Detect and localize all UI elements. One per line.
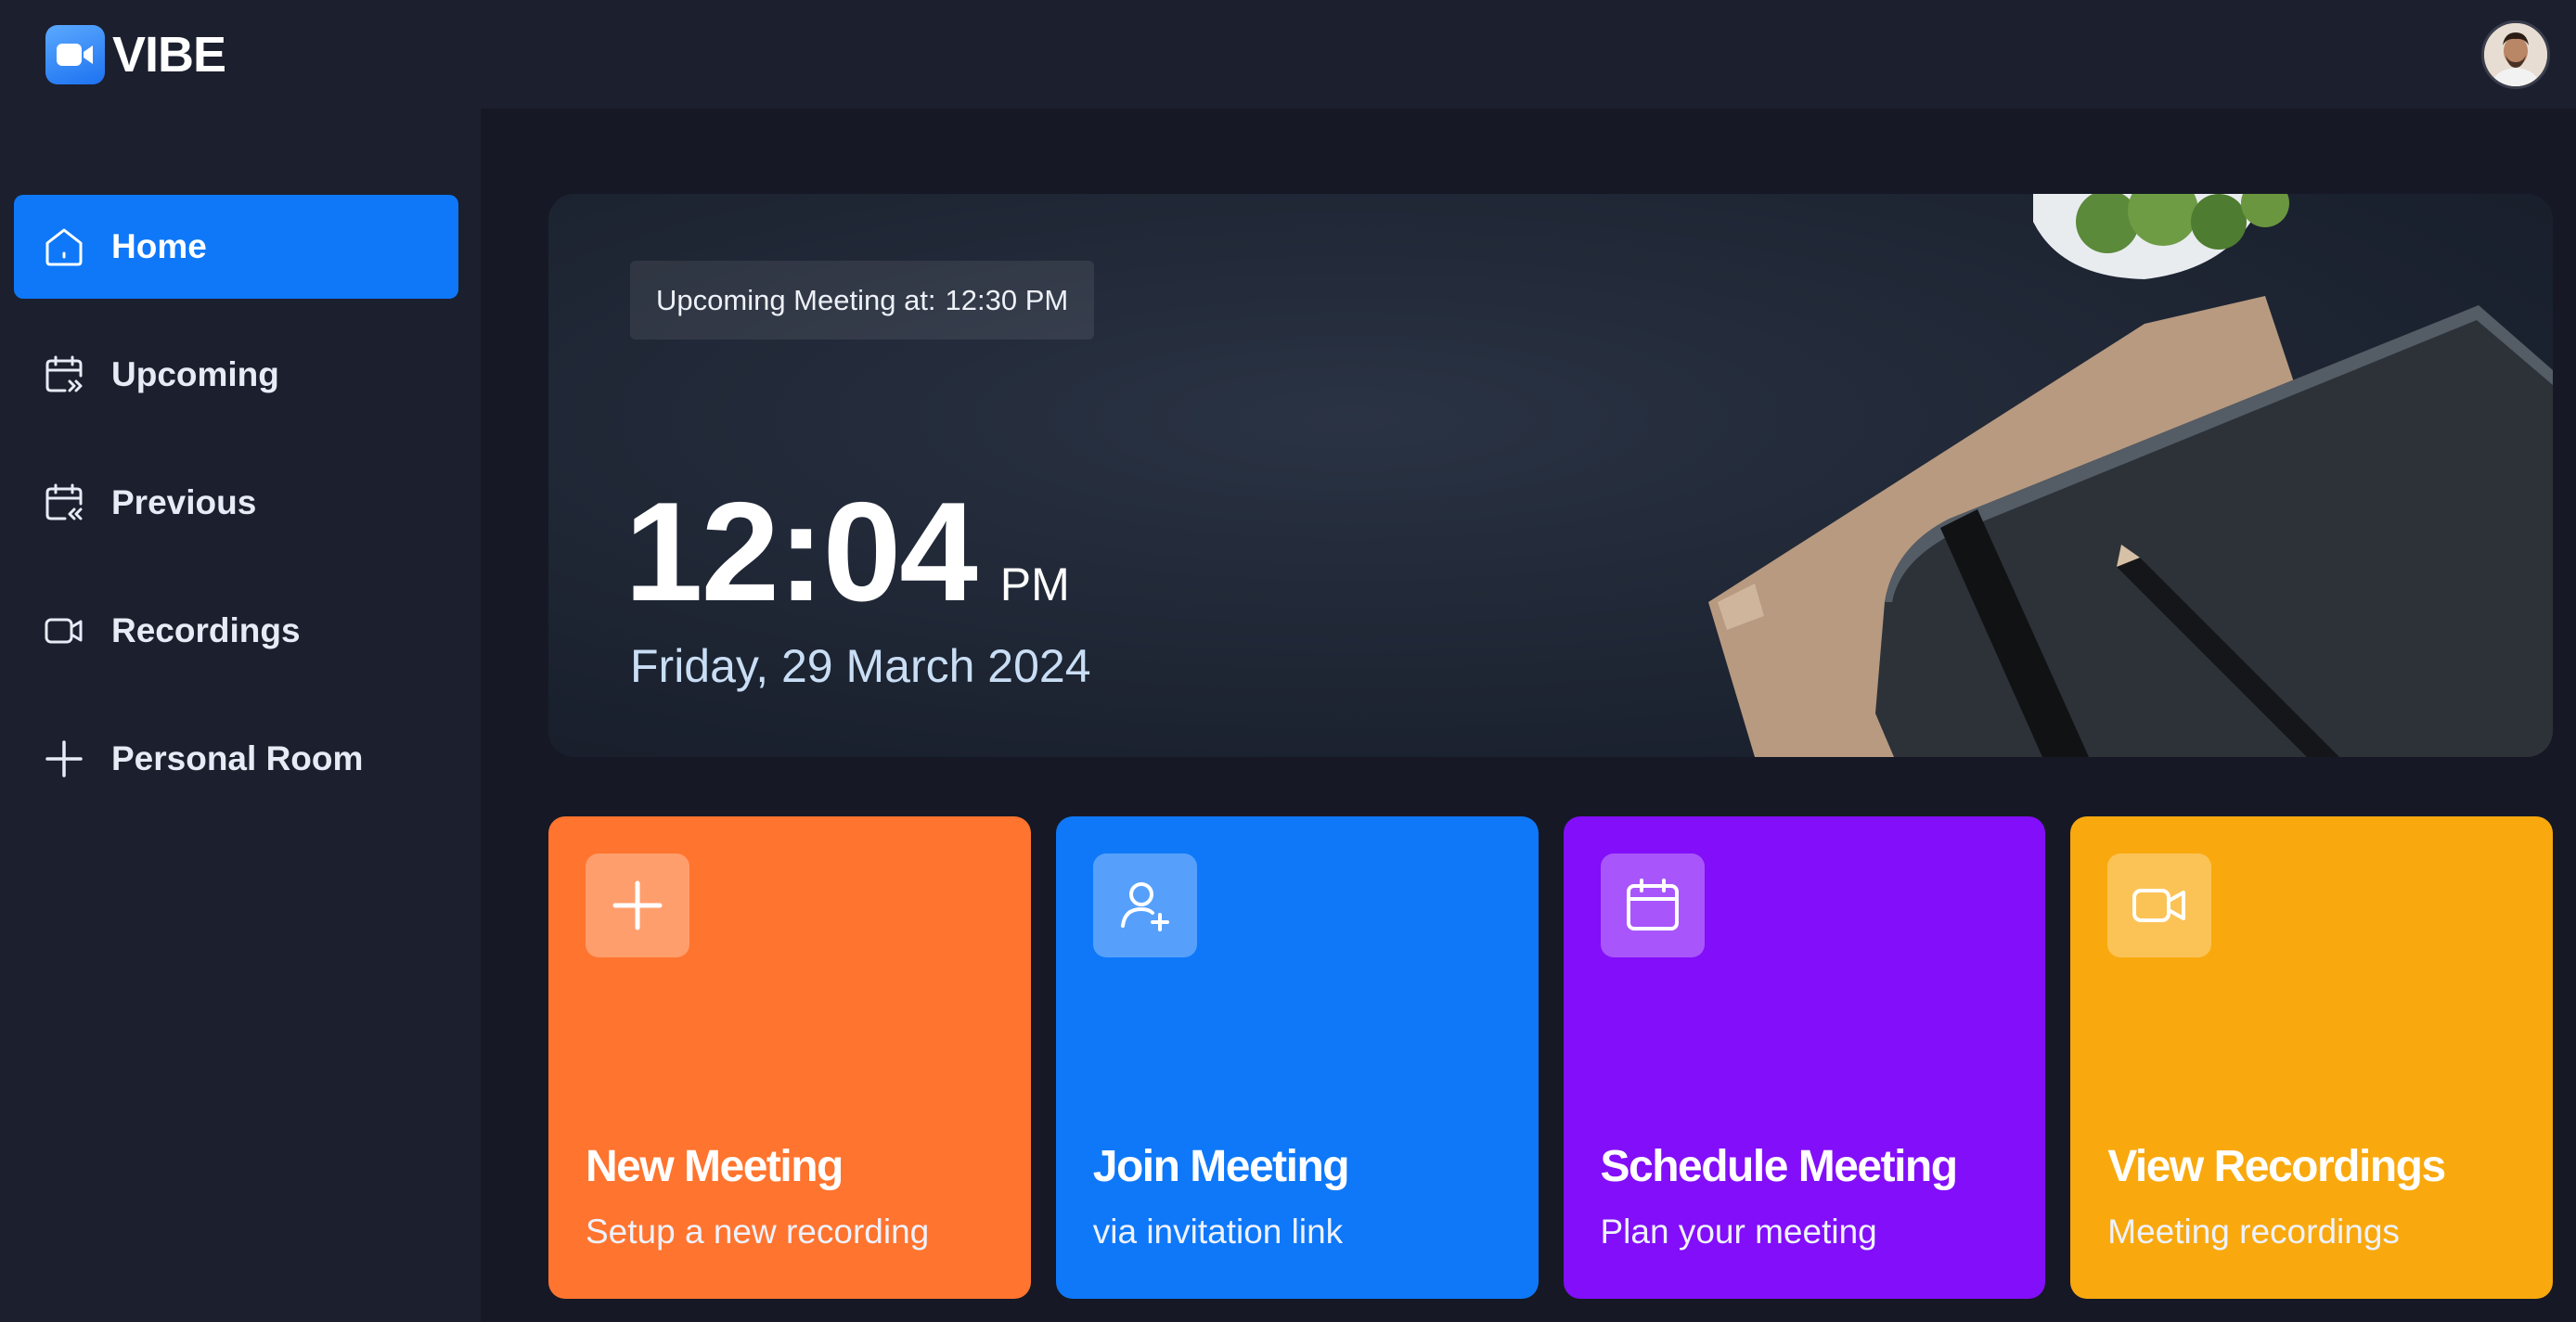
sidebar-item-upcoming[interactable]: Upcoming (14, 323, 458, 427)
sidebar-item-label: Previous (111, 483, 257, 521)
upcoming-meeting-badge: Upcoming Meeting at: 12:30 PM (630, 261, 1095, 340)
new-meeting-card[interactable]: New Meeting Setup a new recording (548, 816, 1031, 1299)
sidebar-item-label: Home (111, 227, 207, 265)
brand-logo-link[interactable]: VIBE (45, 24, 226, 84)
video-camera-icon (45, 24, 105, 84)
video-icon (43, 610, 85, 652)
join-meeting-card[interactable]: Join Meeting via invitation link (1055, 816, 1539, 1299)
sidebar-item-previous[interactable]: Previous (14, 451, 458, 555)
card-subtitle: Meeting recordings (2107, 1213, 2400, 1251)
sidebar-item-home[interactable]: Home (14, 195, 458, 299)
video-icon (2107, 854, 2212, 957)
sidebar: Home Upcoming Previous Recordings Person… (0, 109, 481, 1322)
clock-ampm: PM (999, 558, 1070, 610)
upcoming-meeting-label: Upcoming Meeting at: (656, 283, 936, 316)
schedule-meeting-card[interactable]: Schedule Meeting Plan your meeting (1563, 816, 2046, 1299)
card-title: View Recordings (2107, 1142, 2446, 1191)
plus-icon (586, 854, 689, 957)
card-subtitle: Plan your meeting (1600, 1213, 1877, 1251)
calendar-forward-icon (43, 353, 85, 396)
clock: 12:04 PM (625, 481, 1070, 622)
sidebar-item-personal-room[interactable]: Personal Room (14, 707, 458, 811)
view-recordings-card[interactable]: View Recordings Meeting recordings (2070, 816, 2553, 1299)
user-add-icon (1092, 854, 1197, 957)
action-cards: New Meeting Setup a new recording Join M… (548, 816, 2553, 1299)
card-title: Join Meeting (1092, 1142, 1350, 1191)
upcoming-meeting-time: 12:30 PM (945, 283, 1069, 316)
hero-banner: Upcoming Meeting at: 12:30 PM 12:04 PM F… (548, 194, 2553, 757)
sidebar-nav: Home Upcoming Previous Recordings Person… (14, 195, 458, 811)
calendar-icon (1600, 854, 1705, 957)
card-subtitle: via invitation link (1092, 1213, 1344, 1251)
card-title: New Meeting (586, 1142, 844, 1191)
plus-icon (43, 738, 85, 780)
brand-name: VIBE (112, 26, 226, 83)
top-navbar: VIBE (0, 0, 2576, 109)
card-title: Schedule Meeting (1600, 1142, 1959, 1191)
sidebar-item-label: Upcoming (111, 355, 279, 393)
sidebar-item-recordings[interactable]: Recordings (14, 579, 458, 683)
clock-date: Friday, 29 March 2024 (630, 640, 1091, 692)
home-icon (43, 225, 85, 268)
card-subtitle: Setup a new recording (586, 1213, 930, 1251)
clock-time: 12:04 (625, 473, 978, 631)
sidebar-item-label: Personal Room (111, 739, 364, 777)
sidebar-item-label: Recordings (111, 611, 301, 649)
calendar-back-icon (43, 481, 85, 524)
avatar[interactable] (2481, 19, 2550, 89)
